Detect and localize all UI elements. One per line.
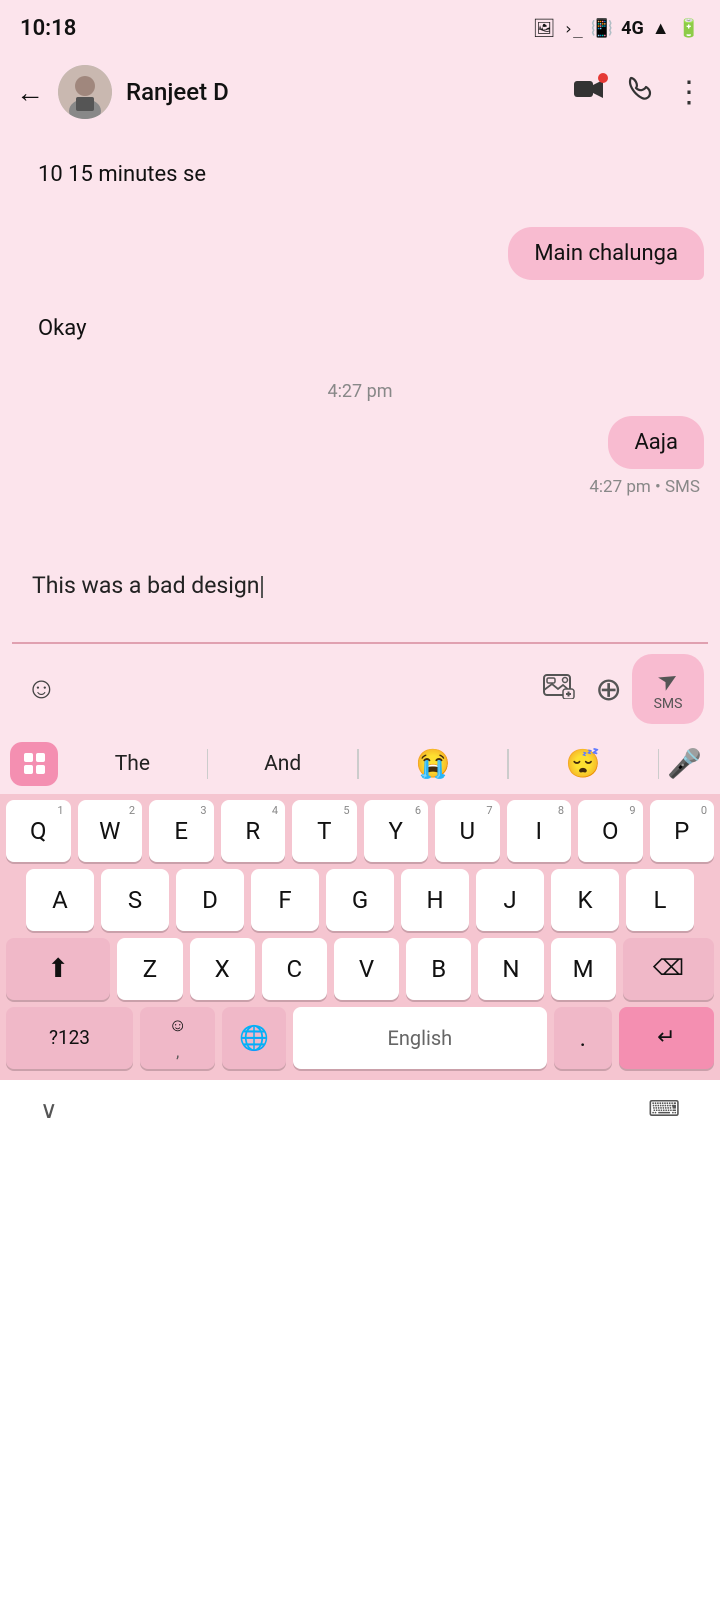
avatar[interactable]: [58, 65, 112, 119]
key-w[interactable]: 2W: [78, 800, 143, 862]
backspace-key[interactable]: ⌫: [623, 938, 714, 1000]
input-area: This was a bad design ☺ ⊕ ➤ SMS: [0, 552, 720, 734]
message-right-2: Main chalunga: [16, 227, 704, 280]
suggestion-the[interactable]: The: [58, 748, 207, 780]
input-toolbar: ☺ ⊕ ➤ SMS: [0, 644, 720, 734]
key-q[interactable]: 1Q: [6, 800, 71, 862]
key-r[interactable]: 4R: [221, 800, 286, 862]
cursor: [261, 576, 263, 598]
send-label: SMS: [654, 696, 683, 712]
keyboard: The And 😭 😴 🎤 1Q 2W 3E 4R 5T 6Y 7U 8I 9O…: [0, 734, 720, 1080]
message-left-1: 10 15 minutes se: [16, 148, 704, 209]
key-u[interactable]: 7U: [435, 800, 500, 862]
add-button[interactable]: ⊕: [585, 664, 632, 714]
chat-header: ← Ranjeet D ⋮: [0, 52, 720, 132]
key-z[interactable]: Z: [117, 938, 182, 1000]
suggestion-and[interactable]: And: [208, 748, 357, 780]
vibrate-icon: 📳: [591, 18, 613, 39]
key-i[interactable]: 8I: [507, 800, 572, 862]
terminal-icon: ›_: [563, 19, 582, 38]
key-f[interactable]: F: [251, 869, 319, 931]
symbols-key[interactable]: ?123: [6, 1007, 133, 1069]
message-input-text[interactable]: This was a bad design: [32, 570, 688, 620]
globe-key[interactable]: 🌐: [222, 1007, 285, 1069]
key-v[interactable]: V: [334, 938, 399, 1000]
screenshot-icon: 🖼: [533, 18, 556, 39]
keyboard-icon[interactable]: ⌨: [648, 1097, 680, 1122]
key-x[interactable]: X: [190, 938, 255, 1000]
key-n[interactable]: N: [478, 938, 543, 1000]
header-actions: ⋮: [574, 75, 704, 110]
more-options-button[interactable]: ⋮: [674, 75, 704, 110]
bubble-right-5: Aaja: [608, 416, 704, 469]
keyboard-suggestions: The And 😭 😴 🎤: [0, 734, 720, 794]
emoji-comma-key[interactable]: ☺ ,: [140, 1007, 215, 1069]
battery-icon: 🔋: [678, 18, 700, 39]
period-key[interactable]: .: [554, 1007, 612, 1069]
key-row-1: 1Q 2W 3E 4R 5T 6Y 7U 8I 9O 0P: [6, 800, 714, 862]
key-row-4: ?123 ☺ , 🌐 English . ↵: [6, 1007, 714, 1069]
network-4g: 4G: [621, 18, 644, 39]
key-p[interactable]: 0P: [650, 800, 715, 862]
key-row-2: A S D F G H J K L: [6, 869, 714, 931]
suggestion-apps-button[interactable]: [10, 742, 58, 786]
suggestion-emoji-cry[interactable]: 😭: [359, 743, 508, 784]
enter-key[interactable]: ↵: [619, 1007, 714, 1069]
chat-area: 10 15 minutes se Main chalunga Okay 4:27…: [0, 132, 720, 552]
key-h[interactable]: H: [401, 869, 469, 931]
suggestion-emoji-sleepy[interactable]: 😴: [509, 743, 658, 784]
phone-call-button[interactable]: [626, 76, 652, 109]
message-left-3: Okay: [16, 302, 704, 363]
bubble-right-2: Main chalunga: [508, 227, 704, 280]
send-icon: ➤: [652, 662, 683, 696]
key-o[interactable]: 9O: [578, 800, 643, 862]
key-c[interactable]: C: [262, 938, 327, 1000]
key-t[interactable]: 5T: [292, 800, 357, 862]
status-time: 10:18: [20, 16, 76, 41]
video-call-button[interactable]: [574, 77, 604, 107]
emoji-button[interactable]: ☺: [16, 665, 67, 712]
key-row-3: ⬆ Z X C V B N M ⌫: [6, 938, 714, 1000]
bubble-left-1: 10 15 minutes se: [16, 148, 228, 201]
key-g[interactable]: G: [326, 869, 394, 931]
message-input-box[interactable]: This was a bad design: [12, 552, 708, 632]
key-e[interactable]: 3E: [149, 800, 214, 862]
attach-image-button[interactable]: [533, 665, 585, 713]
video-badge: [598, 73, 608, 83]
key-j[interactable]: J: [476, 869, 544, 931]
space-key[interactable]: English: [293, 1007, 547, 1069]
key-b[interactable]: B: [406, 938, 471, 1000]
keyboard-hide-button[interactable]: ∨: [40, 1096, 58, 1124]
key-m[interactable]: M: [551, 938, 616, 1000]
keyboard-keys: 1Q 2W 3E 4R 5T 6Y 7U 8I 9O 0P A S D F G …: [0, 794, 720, 1080]
key-y[interactable]: 6Y: [364, 800, 429, 862]
sms-send-button[interactable]: ➤ SMS: [632, 654, 704, 724]
microphone-button[interactable]: 🎤: [659, 747, 710, 780]
key-k[interactable]: K: [551, 869, 619, 931]
back-button[interactable]: ←: [16, 76, 44, 109]
shift-key[interactable]: ⬆: [6, 938, 110, 1000]
key-l[interactable]: L: [626, 869, 694, 931]
contact-name[interactable]: Ranjeet D: [126, 78, 560, 106]
status-icons: 🖼 ›_ 📳 4G ▲ 🔋: [533, 18, 700, 39]
timestamp-1: 4:27 pm: [16, 381, 704, 402]
bottom-nav: ∨ ⌨: [0, 1080, 720, 1140]
message-right-5: Aaja: [16, 416, 704, 469]
status-bar: 10:18 🖼 ›_ 📳 4G ▲ 🔋: [0, 0, 720, 52]
key-s[interactable]: S: [101, 869, 169, 931]
bubble-left-3: Okay: [16, 302, 109, 355]
signal-icon: ▲: [652, 18, 670, 39]
key-d[interactable]: D: [176, 869, 244, 931]
sms-time-label: 4:27 pm • SMS: [16, 477, 704, 497]
key-a[interactable]: A: [26, 869, 94, 931]
